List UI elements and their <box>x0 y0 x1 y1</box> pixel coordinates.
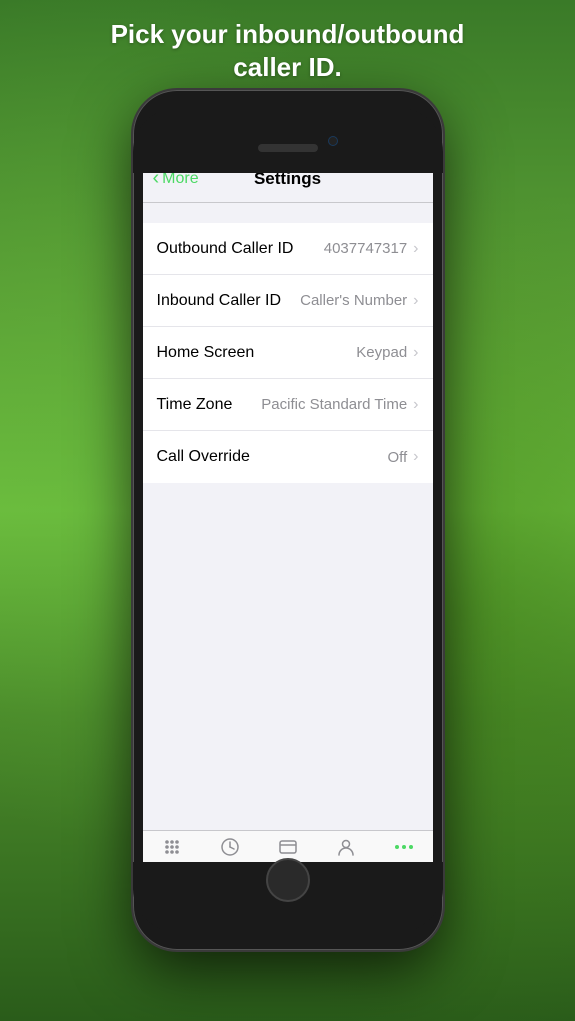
outbound-caller-id-chevron-icon: › <box>413 240 418 258</box>
outbound-caller-id-label: Outbound Caller ID <box>157 240 324 258</box>
home-button[interactable] <box>266 858 310 902</box>
recents-icon <box>220 837 240 862</box>
call-override-chevron-icon: › <box>413 448 418 466</box>
inbound-caller-id-label: Inbound Caller ID <box>157 292 301 310</box>
header-line2: caller ID. <box>233 52 341 82</box>
phone-speaker <box>258 144 318 152</box>
phone-screen: ‹ More Settings Outbound Caller ID 40377… <box>143 155 433 880</box>
time-zone-chevron-icon: › <box>413 396 418 414</box>
header-line1: Pick your inbound/outbound <box>111 19 465 49</box>
call-override-row[interactable]: Call Override Off › <box>143 431 433 483</box>
settings-list: Outbound Caller ID 4037747317 › Inbound … <box>143 203 433 830</box>
home-screen-chevron-icon: › <box>413 344 418 362</box>
home-screen-label: Home Screen <box>157 344 357 362</box>
header-text: Pick your inbound/outbound caller ID. <box>0 18 575 83</box>
time-zone-row[interactable]: Time Zone Pacific Standard Time › <box>143 379 433 431</box>
home-screen-row[interactable]: Home Screen Keypad › <box>143 327 433 379</box>
settings-section: Outbound Caller ID 4037747317 › Inbound … <box>143 223 433 483</box>
outbound-caller-id-value: 4037747317 <box>324 240 407 257</box>
inbound-caller-id-value: Caller's Number <box>300 292 407 309</box>
inbound-caller-id-row[interactable]: Inbound Caller ID Caller's Number › <box>143 275 433 327</box>
phone-frame: ‹ More Settings Outbound Caller ID 40377… <box>133 90 443 950</box>
more-icon <box>394 837 414 862</box>
time-zone-value: Pacific Standard Time <box>261 396 407 413</box>
inbound-caller-id-chevron-icon: › <box>413 292 418 310</box>
phone-top <box>133 108 443 173</box>
phone-camera <box>328 136 338 146</box>
call-override-value: Off <box>387 449 407 466</box>
time-zone-label: Time Zone <box>157 396 262 414</box>
phone-bottom <box>133 862 443 932</box>
outbound-caller-id-row[interactable]: Outbound Caller ID 4037747317 › <box>143 223 433 275</box>
contacts-icon <box>336 837 356 862</box>
home-screen-value: Keypad <box>356 344 407 361</box>
keypad-icon <box>162 837 182 862</box>
call-override-label: Call Override <box>157 448 388 466</box>
